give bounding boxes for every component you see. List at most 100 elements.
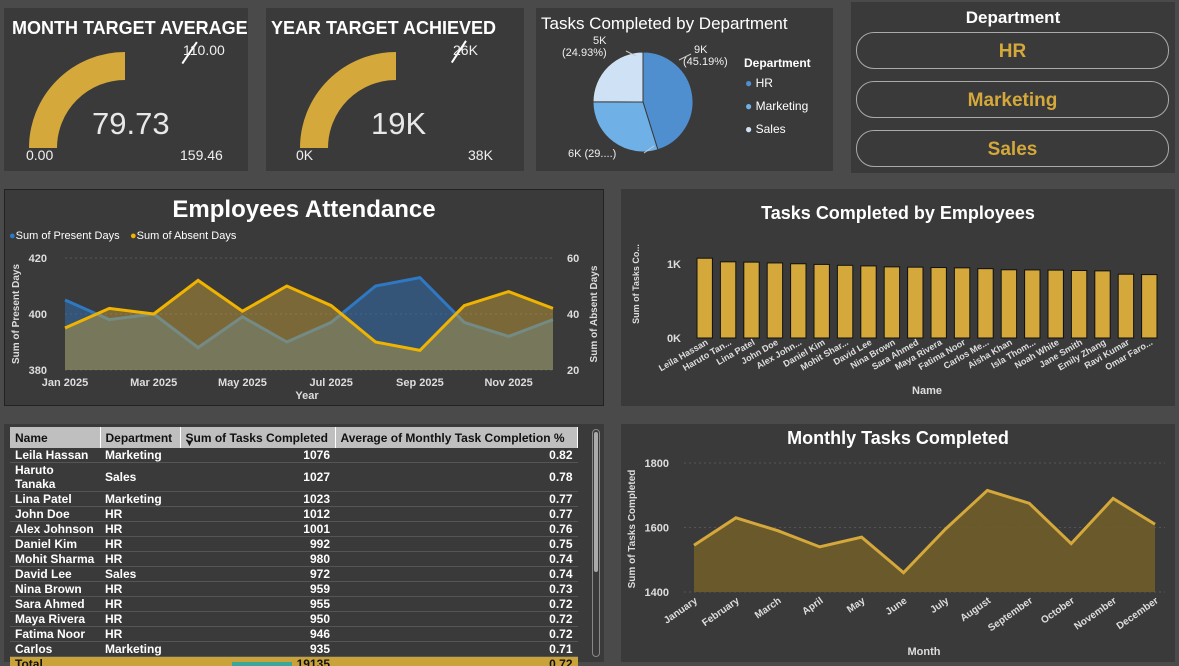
page-tab-indicator[interactable]: [232, 662, 292, 666]
tasks-table-card: Name Department Sum of Tasks Completed A…: [4, 424, 604, 666]
cell-tasks: 992: [180, 536, 335, 553]
y-tick-left: 380: [29, 365, 47, 377]
attendance-chart: 420 400 380 60 40 20 Jan 2025 Mar 2025 May 2025 J…: [11, 253, 600, 402]
y-tick-left: 400: [29, 309, 47, 321]
x-tick: March: [753, 595, 783, 621]
table-row[interactable]: Haruto Tanaka Sales 1027 0.78: [10, 462, 578, 493]
total-cell-department: [100, 656, 180, 666]
bar: [1000, 269, 1018, 339]
total-cell-name: Total: [10, 656, 100, 666]
table-row[interactable]: Carlos Marketing 935 0.71: [10, 641, 578, 658]
tasks-table: Name Department Sum of Tasks Completed A…: [10, 427, 578, 666]
cell-department: HR: [100, 611, 180, 628]
table-row[interactable]: Leila Hassan Marketing 1076 0.82: [10, 448, 578, 464]
cell-name: Haruto Tanaka: [10, 462, 100, 493]
x-tick: September: [986, 595, 1035, 634]
cell-tasks: 955: [180, 596, 335, 613]
x-tick: April: [800, 595, 825, 617]
table-row[interactable]: Lina Patel Marketing 1023 0.77: [10, 491, 578, 508]
cell-avg: 0.77: [335, 506, 578, 523]
pie-label-hr-pct: (45.19%): [683, 56, 728, 68]
x-tick: July: [928, 595, 951, 616]
legend-label: Sales: [755, 122, 786, 136]
y-tick: 1800: [645, 458, 669, 470]
cell-department: HR: [100, 581, 180, 598]
col-header-avg[interactable]: Average of Monthly Task Completion %: [335, 427, 578, 448]
cell-department: Marketing: [100, 491, 180, 508]
bar: [883, 266, 901, 339]
bar: [836, 264, 854, 339]
table-row[interactable]: Alex Johnson HR 1001 0.76: [10, 521, 578, 538]
cell-avg: 0.72: [335, 596, 578, 613]
col-header-tasks[interactable]: Sum of Tasks Completed: [180, 427, 336, 448]
cell-department: HR: [100, 536, 180, 553]
bar: [1070, 270, 1088, 339]
bar: [1117, 273, 1135, 339]
bar: [696, 257, 713, 339]
table-scrollbar[interactable]: [592, 429, 600, 657]
pie-legend-hr[interactable]: ● HR: [745, 76, 773, 90]
pie-legend-marketing[interactable]: ● Marketing: [745, 99, 808, 113]
col-header-name[interactable]: Name: [10, 427, 101, 448]
y-axis-label-right: Sum of Absent Days: [589, 265, 600, 362]
slicer-item-sales[interactable]: Sales: [856, 130, 1169, 167]
x-tick: Mar 2025: [130, 377, 177, 389]
cell-department: Marketing: [100, 641, 180, 658]
cell-name: Mohit Sharma: [10, 551, 100, 568]
pie-chart[interactable]: [536, 8, 833, 171]
bar: [719, 261, 737, 339]
cell-avg: 0.75: [335, 536, 578, 553]
cell-avg: 0.77: [335, 491, 578, 508]
scrollbar-thumb[interactable]: [594, 432, 598, 572]
table-row[interactable]: Mohit Sharma HR 980 0.74: [10, 551, 578, 568]
y-tick-right: 40: [567, 309, 579, 321]
cell-tasks: 935: [180, 641, 335, 658]
bar: [1047, 269, 1064, 339]
legend-dot: ●: [745, 122, 753, 136]
cell-name: Leila Hassan: [10, 448, 100, 464]
pie-slice-sales: [592, 51, 644, 103]
employees-chart-card: Tasks Completed by Employees Leila Hassa…: [621, 189, 1175, 406]
y-axis-label: Sum of Tasks Completed: [627, 470, 638, 589]
x-tick: January: [662, 595, 700, 626]
x-tick: February: [700, 595, 742, 629]
table-row[interactable]: Sara Ahmed HR 955 0.72: [10, 596, 578, 613]
cell-avg: 0.74: [335, 551, 578, 568]
table-row[interactable]: John Doe HR 1012 0.77: [10, 506, 578, 523]
bar: [766, 262, 784, 339]
pie-label-marketing: 6K (29....): [568, 148, 617, 160]
table-row[interactable]: Nina Brown HR 959 0.73: [10, 581, 578, 598]
x-tick: Jan 2025: [42, 377, 88, 389]
cell-avg: 0.78: [335, 462, 578, 493]
bar: [1094, 270, 1111, 339]
gauge-value: 19K: [371, 106, 427, 141]
legend-dot: ●: [745, 99, 753, 113]
gauge-value: 79.73: [92, 106, 170, 141]
x-axis-label: Year: [295, 390, 319, 402]
x-tick: Nov 2025: [484, 377, 532, 389]
x-tick: Jul 2025: [309, 377, 352, 389]
cell-department: HR: [100, 506, 180, 523]
slicer-item-marketing[interactable]: Marketing: [856, 81, 1169, 118]
x-tick: Sep 2025: [396, 377, 444, 389]
legend-dot: ●: [745, 76, 753, 90]
table-row[interactable]: Fatima Noor HR 946 0.72: [10, 626, 578, 643]
cell-name: John Doe: [10, 506, 100, 523]
x-tick: October: [1039, 595, 1077, 626]
legend-label: Marketing: [755, 99, 809, 113]
gauge-target-label: 110.00: [183, 42, 225, 58]
cell-avg: 0.74: [335, 566, 578, 583]
cell-name: Fatima Noor: [10, 626, 100, 643]
table-row[interactable]: Daniel Kim HR 992 0.75: [10, 536, 578, 553]
table-row[interactable]: David Lee Sales 972 0.74: [10, 566, 578, 583]
slicer-item-hr[interactable]: HR: [856, 32, 1169, 69]
y-tick-right: 60: [567, 253, 579, 265]
cell-tasks: 1027: [180, 462, 335, 493]
col-header-department[interactable]: Department: [100, 427, 181, 448]
pie-legend-sales[interactable]: ● Sales: [745, 122, 786, 136]
x-axis-label: Name: [912, 385, 942, 397]
table-row[interactable]: Maya Rivera HR 950 0.72: [10, 611, 578, 628]
cell-name: Maya Rivera: [10, 611, 100, 628]
cell-avg: 0.76: [335, 521, 578, 538]
cell-name: Lina Patel: [10, 491, 100, 508]
